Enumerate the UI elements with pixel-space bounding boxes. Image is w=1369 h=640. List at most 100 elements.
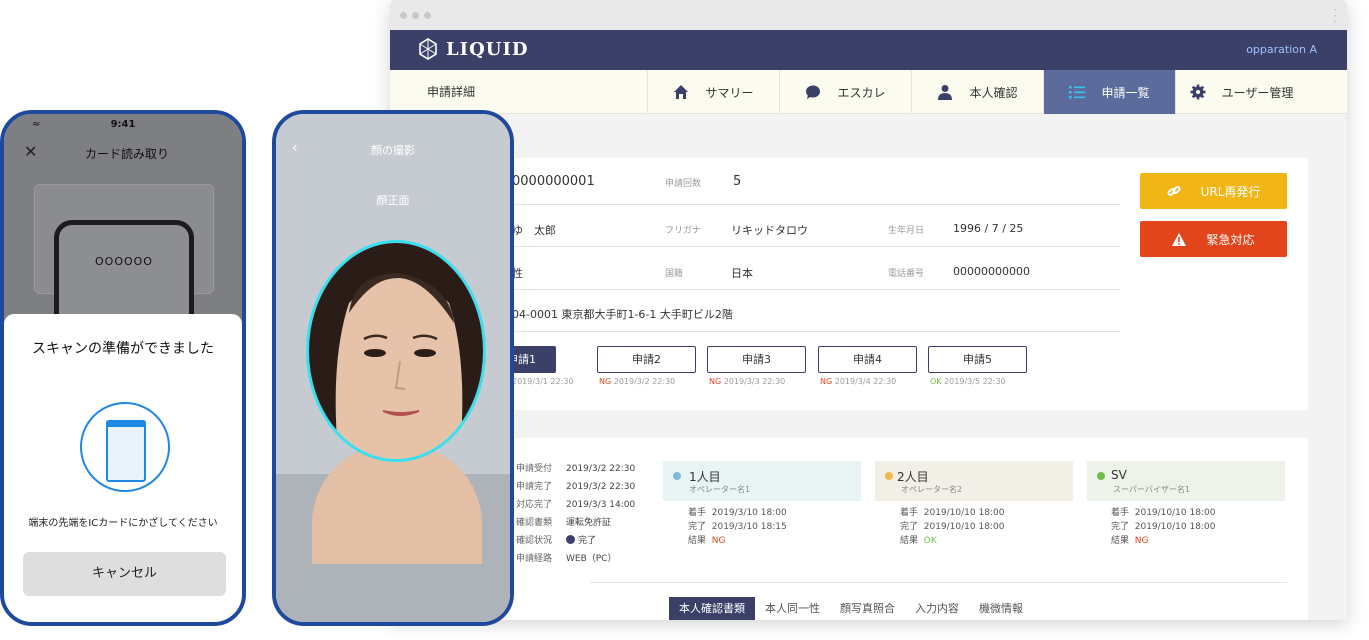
detail-key: 着手 bbox=[900, 508, 919, 518]
history-key: 申請受付 bbox=[516, 464, 553, 474]
face-guide-frame bbox=[306, 240, 486, 462]
url-reissue-label: URL再発行 bbox=[1200, 184, 1261, 199]
history-row: 確認書類 運転免許証 bbox=[516, 514, 635, 532]
detail-value: 2019/10/10 18:00 bbox=[923, 508, 1005, 518]
address-value: 04-0001 東京都大手町1-6-1 大手町ビル2階 bbox=[512, 308, 733, 321]
application-meta: NG 2019/3/2 22:30 bbox=[599, 377, 675, 386]
application-button-5[interactable]: 申請5 bbox=[928, 346, 1027, 373]
window-dot-icon[interactable] bbox=[400, 12, 407, 19]
scan-phone-icon bbox=[80, 402, 170, 492]
history-row: 申請完了 2019/3/2 22:30 bbox=[516, 478, 635, 496]
tab-identity-check[interactable]: 本人確認 bbox=[911, 70, 1043, 114]
tab-user-management[interactable]: ユーザー管理 bbox=[1175, 70, 1307, 114]
application-meta: NG 2019/3/3 22:30 bbox=[709, 377, 785, 386]
birth-value: 1996 / 7 / 25 bbox=[953, 222, 1024, 235]
gear-icon bbox=[1190, 84, 1206, 100]
user-name[interactable]: opparation A bbox=[1246, 43, 1317, 56]
nationality-value: 日本 bbox=[731, 267, 753, 280]
operator-dot-icon bbox=[1097, 472, 1105, 480]
birth-label: 生年月日 bbox=[888, 226, 925, 236]
detail-value: 2019/3/10 18:00 bbox=[711, 508, 787, 518]
application-id: 0000000001 bbox=[512, 174, 595, 189]
operator-card-2: 2人目 オペレーター名2 bbox=[875, 461, 1073, 501]
phone-card-reader: ≈ 9:41 ✕ カード読み取り OOOOOO スキャンの準備ができました 端末… bbox=[0, 110, 246, 626]
application-meta: OK 2019/3/5 22:30 bbox=[930, 377, 1006, 386]
count-value: 5 bbox=[733, 174, 742, 189]
brand-name: LIQUID bbox=[446, 38, 529, 60]
kebab-menu-icon[interactable]: · · · bbox=[1333, 4, 1337, 28]
nationality-label: 国籍 bbox=[665, 269, 684, 279]
url-reissue-button[interactable]: URL再発行 bbox=[1140, 173, 1287, 209]
application-date: 2019/3/4 22:30 bbox=[834, 377, 897, 386]
capture-instruction: 顔正面 bbox=[376, 194, 410, 207]
tab-escalation[interactable]: エスカレ bbox=[779, 70, 911, 114]
history-value: 2019/3/2 22:30 bbox=[566, 464, 636, 474]
tab-label: 本人確認 bbox=[969, 85, 1018, 100]
list-icon bbox=[1069, 86, 1086, 99]
operator-dot-icon bbox=[885, 472, 893, 480]
cancel-button[interactable]: キャンセル bbox=[23, 552, 226, 596]
home-icon bbox=[674, 85, 689, 99]
sub-tab-input[interactable]: 入力内容 bbox=[905, 597, 969, 620]
person-icon bbox=[938, 85, 953, 100]
history-key: 対応完了 bbox=[516, 500, 553, 510]
sub-tab-face-match[interactable]: 顔写真照合 bbox=[830, 597, 905, 620]
divider bbox=[490, 289, 1120, 290]
logo[interactable]: LIQUID bbox=[418, 38, 528, 60]
window-dot-icon[interactable] bbox=[424, 12, 431, 19]
tab-label: サマリー bbox=[705, 85, 754, 100]
stage: ··· LIQUID opparation A 申請詳細 サマリー エスカレ bbox=[0, 0, 1369, 640]
application-date: 2019/3/5 22:30 bbox=[944, 377, 1006, 386]
operator-detail-sv: 着手 2019/10/10 18:00 完了 2019/10/10 18:00 … bbox=[1111, 506, 1215, 548]
application-button-2[interactable]: 申請2 bbox=[597, 346, 696, 373]
detail-value: 2019/3/10 18:15 bbox=[711, 522, 787, 532]
detail-value: 2019/10/10 18:00 bbox=[923, 522, 1005, 532]
operator-title: SV bbox=[1111, 468, 1127, 482]
history-list: 申請受付 2019/3/2 22:30 申請完了 2019/3/2 22:30 対応… bbox=[516, 460, 635, 568]
application-date: 2019/3/1 22:30 bbox=[512, 377, 574, 386]
history-key: 申請経路 bbox=[516, 554, 553, 564]
result-ng: NG bbox=[1134, 536, 1149, 546]
detail-key: 着手 bbox=[688, 508, 707, 518]
history-value: 完了 bbox=[578, 536, 597, 546]
phone-value: 00000000000 bbox=[953, 265, 1030, 278]
application-button-3[interactable]: 申請3 bbox=[707, 346, 806, 373]
detail-key: 結果 bbox=[688, 536, 707, 546]
detail-value: 2019/10/10 18:00 bbox=[1134, 522, 1216, 532]
history-row: 申請受付 2019/3/2 22:30 bbox=[516, 460, 635, 478]
phone-label: 電話番号 bbox=[888, 269, 925, 279]
applicant-name: ゆ 太郎 bbox=[512, 224, 556, 237]
detail-key: 完了 bbox=[688, 522, 707, 532]
history-value: 2019/3/2 22:30 bbox=[566, 482, 636, 492]
window-dot-icon[interactable] bbox=[412, 12, 419, 19]
history-key: 確認状況 bbox=[516, 536, 553, 546]
app-header: LIQUID opparation A bbox=[390, 30, 1347, 70]
application-button-4[interactable]: 申請4 bbox=[818, 346, 917, 373]
tab-label: 申請一覧 bbox=[1101, 85, 1150, 100]
tab-label: ユーザー管理 bbox=[1221, 85, 1294, 100]
chat-bubble-icon bbox=[806, 85, 821, 99]
tab-summary[interactable]: サマリー bbox=[647, 70, 779, 114]
history-key: 確認書類 bbox=[516, 518, 553, 528]
emergency-button[interactable]: 緊急対応 bbox=[1140, 221, 1287, 257]
operator-detail-1: 着手 2019/3/10 18:00 完了 2019/3/10 18:15 結果… bbox=[688, 506, 787, 548]
operator-detail-2: 着手 2019/10/10 18:00 完了 2019/10/10 18:00 … bbox=[900, 506, 1004, 548]
status-ok: OK bbox=[930, 377, 942, 386]
sub-tab-sensitive[interactable]: 機微情報 bbox=[969, 597, 1033, 620]
tab-application-list[interactable]: 申請一覧 bbox=[1043, 70, 1175, 114]
emergency-label: 緊急対応 bbox=[1206, 232, 1255, 247]
sub-tab-id-document[interactable]: 本人確認書類 bbox=[669, 597, 755, 620]
operator-card-sv: SV スーパーバイザー名1 bbox=[1087, 461, 1285, 501]
kana-label: フリガナ bbox=[665, 226, 702, 236]
history-value: 運転免許証 bbox=[566, 518, 612, 528]
history-row: 申請経路 WEB（PC） bbox=[516, 550, 635, 568]
scan-hint: 端末の先端をICカードにかざしてください bbox=[28, 518, 218, 529]
history-row: 確認状況 完了 bbox=[516, 532, 635, 550]
link-icon bbox=[1167, 185, 1181, 197]
status-time: 9:41 bbox=[110, 119, 136, 130]
browser-chrome: · · · bbox=[390, 0, 1347, 30]
detail-key: 完了 bbox=[1111, 522, 1130, 532]
card-reader-screen: ≈ 9:41 ✕ カード読み取り OOOOOO bbox=[4, 114, 242, 350]
divider bbox=[490, 204, 1120, 205]
sub-tab-identity[interactable]: 本人同一性 bbox=[755, 597, 830, 620]
